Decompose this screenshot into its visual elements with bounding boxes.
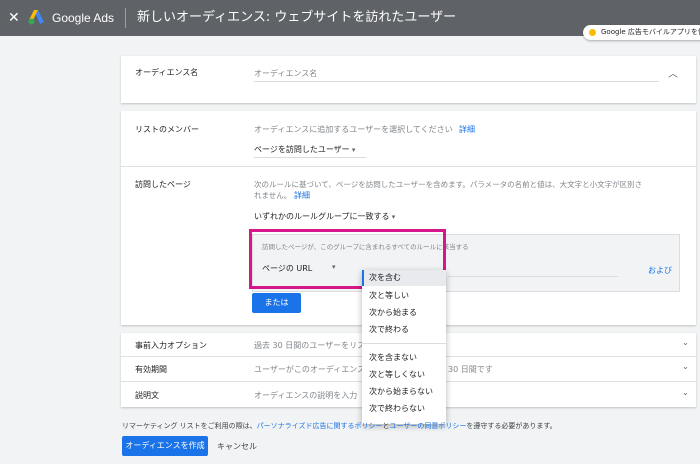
brand-name: Google Ads: [52, 11, 115, 25]
visited-pages-description-1: 次のルールに基づいて、ページを訪問したユーザーを含めます。パラメータの名前と値は…: [254, 180, 643, 189]
google-ads-logo: [28, 10, 44, 25]
list-members-label: リストのメンバー: [135, 125, 199, 134]
prefill-value: 過去 30 日間のユーザーをリス: [254, 341, 366, 350]
cancel-button[interactable]: キャンセル: [217, 441, 257, 452]
duration-expand-chevron-icon[interactable]: ⌄: [682, 362, 689, 371]
personalized-ads-policy-link[interactable]: パーソナライズド広告に関するポリシー: [257, 422, 383, 430]
user-consent-policy-link[interactable]: ユーザーの同意ポリシー: [389, 422, 466, 430]
audience-name-label: オーディエンス名: [135, 68, 199, 77]
list-members-description: オーディエンスに追加するユーザーを選択してください: [254, 125, 453, 134]
visited-pages-details-link[interactable]: 詳細: [294, 190, 310, 201]
rule-value-underline: [448, 276, 618, 277]
audience-name-card: [121, 56, 696, 103]
operator-dropdown-menu: 次を含む 次と等しい 次から始まる 次で終わる 次を含まない 次と等しくない 次…: [362, 270, 446, 424]
visited-pages-description-2: れません。: [254, 191, 292, 200]
list-members-details-link[interactable]: 詳細: [459, 124, 475, 135]
policy-text-after: を遵守する必要があります。: [466, 422, 557, 430]
audience-name-underline: [254, 81, 659, 82]
list-members-select[interactable]: ページを訪問したユーザー: [254, 144, 355, 155]
audience-name-input[interactable]: オーディエンス名: [254, 68, 317, 79]
menu-item-equals[interactable]: 次と等しい: [362, 288, 446, 304]
description-value: オーディエンスの説明を入力: [254, 391, 358, 400]
bulb-icon: [589, 29, 596, 36]
description-expand-chevron-icon[interactable]: ⌄: [682, 388, 689, 397]
section-divider: [121, 166, 696, 167]
collapse-chevron-icon[interactable]: ︿: [668, 65, 678, 80]
menu-item-ends-with[interactable]: 次で終わる: [362, 322, 446, 338]
menu-item-not-equals[interactable]: 次と等しくない: [362, 367, 446, 383]
policy-notice: リマーケティング リストをご利用の際は、パーソナライズド広告に関するポリシーとユ…: [122, 421, 557, 431]
description-label: 説明文: [135, 391, 159, 400]
duration-label: 有効期間: [135, 365, 167, 374]
duration-value-left: ユーザーがこのオーディエンス: [254, 365, 366, 374]
header-divider: [125, 8, 126, 28]
create-audience-button[interactable]: オーディエンスを作成: [122, 436, 208, 456]
rule-group-select[interactable]: いずれかのルールグループに一致する: [254, 211, 395, 222]
menu-divider: [362, 343, 446, 344]
menu-item-starts-with[interactable]: 次から始まる: [362, 305, 446, 321]
list-members-select-underline: [254, 157, 366, 158]
policy-text-before: リマーケティング リストをご利用の際は、: [122, 422, 257, 430]
menu-item-not-starts-with[interactable]: 次から始まらない: [362, 384, 446, 400]
duration-value-right: 30 日間です: [448, 365, 493, 374]
close-icon[interactable]: ✕: [8, 9, 20, 27]
page-title: 新しいオーディエンス: ウェブサイトを訪れたユーザー: [137, 10, 457, 25]
and-link[interactable]: および: [648, 265, 672, 276]
menu-item-not-ends-with[interactable]: 次で終わらない: [362, 401, 446, 417]
menu-item-contains[interactable]: 次を含む: [362, 270, 446, 286]
or-button[interactable]: または: [252, 293, 301, 313]
mobile-app-promo[interactable]: Google 広告モバイルアプリを使う: [583, 25, 700, 40]
visited-pages-label: 訪問したページ: [135, 180, 191, 189]
menu-item-not-contains[interactable]: 次を含まない: [362, 350, 446, 366]
prefill-expand-chevron-icon[interactable]: ⌄: [682, 338, 689, 347]
promo-text: Google 広告モバイルアプリを使う: [601, 28, 700, 36]
prefill-label: 事前入力オプション: [135, 341, 207, 350]
